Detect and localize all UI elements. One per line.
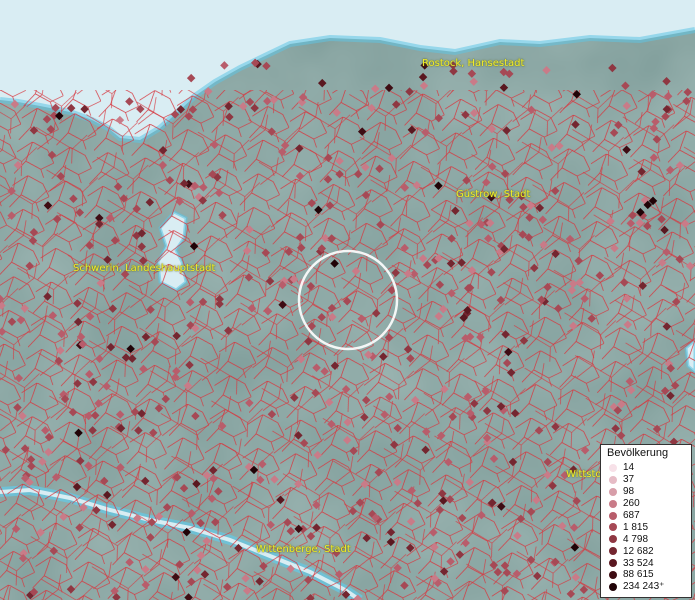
legend-item: 260 bbox=[605, 498, 687, 510]
legend-item-label: 4 798 bbox=[623, 533, 649, 545]
legend-swatch-icon bbox=[609, 535, 617, 544]
legend-swatch-icon bbox=[609, 582, 617, 591]
city-label-wittstock[interactable]: Wittsto bbox=[566, 469, 602, 480]
legend-rows: 14 37 98 260 687 1 815 4 798 12 682 33 5… bbox=[605, 462, 687, 593]
legend-swatch-icon bbox=[609, 499, 617, 508]
legend-item: 88 615 bbox=[605, 569, 687, 581]
legend-swatch-icon bbox=[609, 559, 617, 568]
legend-swatch-icon bbox=[609, 547, 617, 556]
city-label-guestrow[interactable]: Güstrow, Stadt bbox=[456, 189, 530, 200]
population-map[interactable] bbox=[0, 0, 695, 600]
legend-item-label: 260 bbox=[623, 498, 640, 510]
legend-swatch-icon bbox=[609, 487, 617, 496]
municipality-boundaries-secondary bbox=[0, 90, 695, 600]
legend-item-label: 12 682 bbox=[623, 545, 654, 557]
legend-swatch-icon bbox=[609, 475, 617, 484]
legend-swatch-icon bbox=[609, 511, 617, 520]
legend-item-label: 1 815 bbox=[623, 521, 649, 533]
city-label-schwerin[interactable]: Schwerin, Landeshauptstadt bbox=[73, 263, 215, 274]
legend-item: 12 682 bbox=[605, 545, 687, 557]
legend-item: 234 243⁺ bbox=[605, 581, 687, 593]
legend-swatch-icon bbox=[609, 523, 617, 532]
legend-item-label: 37 bbox=[623, 474, 635, 486]
legend-item-label: 234 243⁺ bbox=[623, 581, 665, 593]
legend-item-label: 98 bbox=[623, 486, 635, 498]
legend-item: 14 bbox=[605, 462, 687, 474]
legend-item: 4 798 bbox=[605, 533, 687, 545]
city-label-wittenberge[interactable]: Wittenberge, Stadt bbox=[256, 544, 351, 555]
legend-item: 33 524 bbox=[605, 557, 687, 569]
legend-title: Bevölkerung bbox=[607, 447, 669, 459]
legend-item: 98 bbox=[605, 486, 687, 498]
legend-swatch-icon bbox=[609, 463, 617, 472]
legend-item-label: 14 bbox=[623, 462, 635, 474]
legend-item-label: 687 bbox=[623, 510, 640, 521]
legend-swatch-icon bbox=[609, 570, 617, 579]
legend-item: 1 815 bbox=[605, 521, 687, 533]
legend-item-label: 33 524 bbox=[623, 557, 654, 569]
legend-item: 687 bbox=[605, 510, 687, 522]
population-legend: Bevölkerung 14 37 98 260 687 1 815 4 798… bbox=[600, 444, 692, 598]
legend-item-label: 88 615 bbox=[623, 569, 654, 581]
city-label-rostock[interactable]: Rostock, Hansestadt bbox=[422, 58, 524, 69]
legend-item: 37 bbox=[605, 474, 687, 486]
